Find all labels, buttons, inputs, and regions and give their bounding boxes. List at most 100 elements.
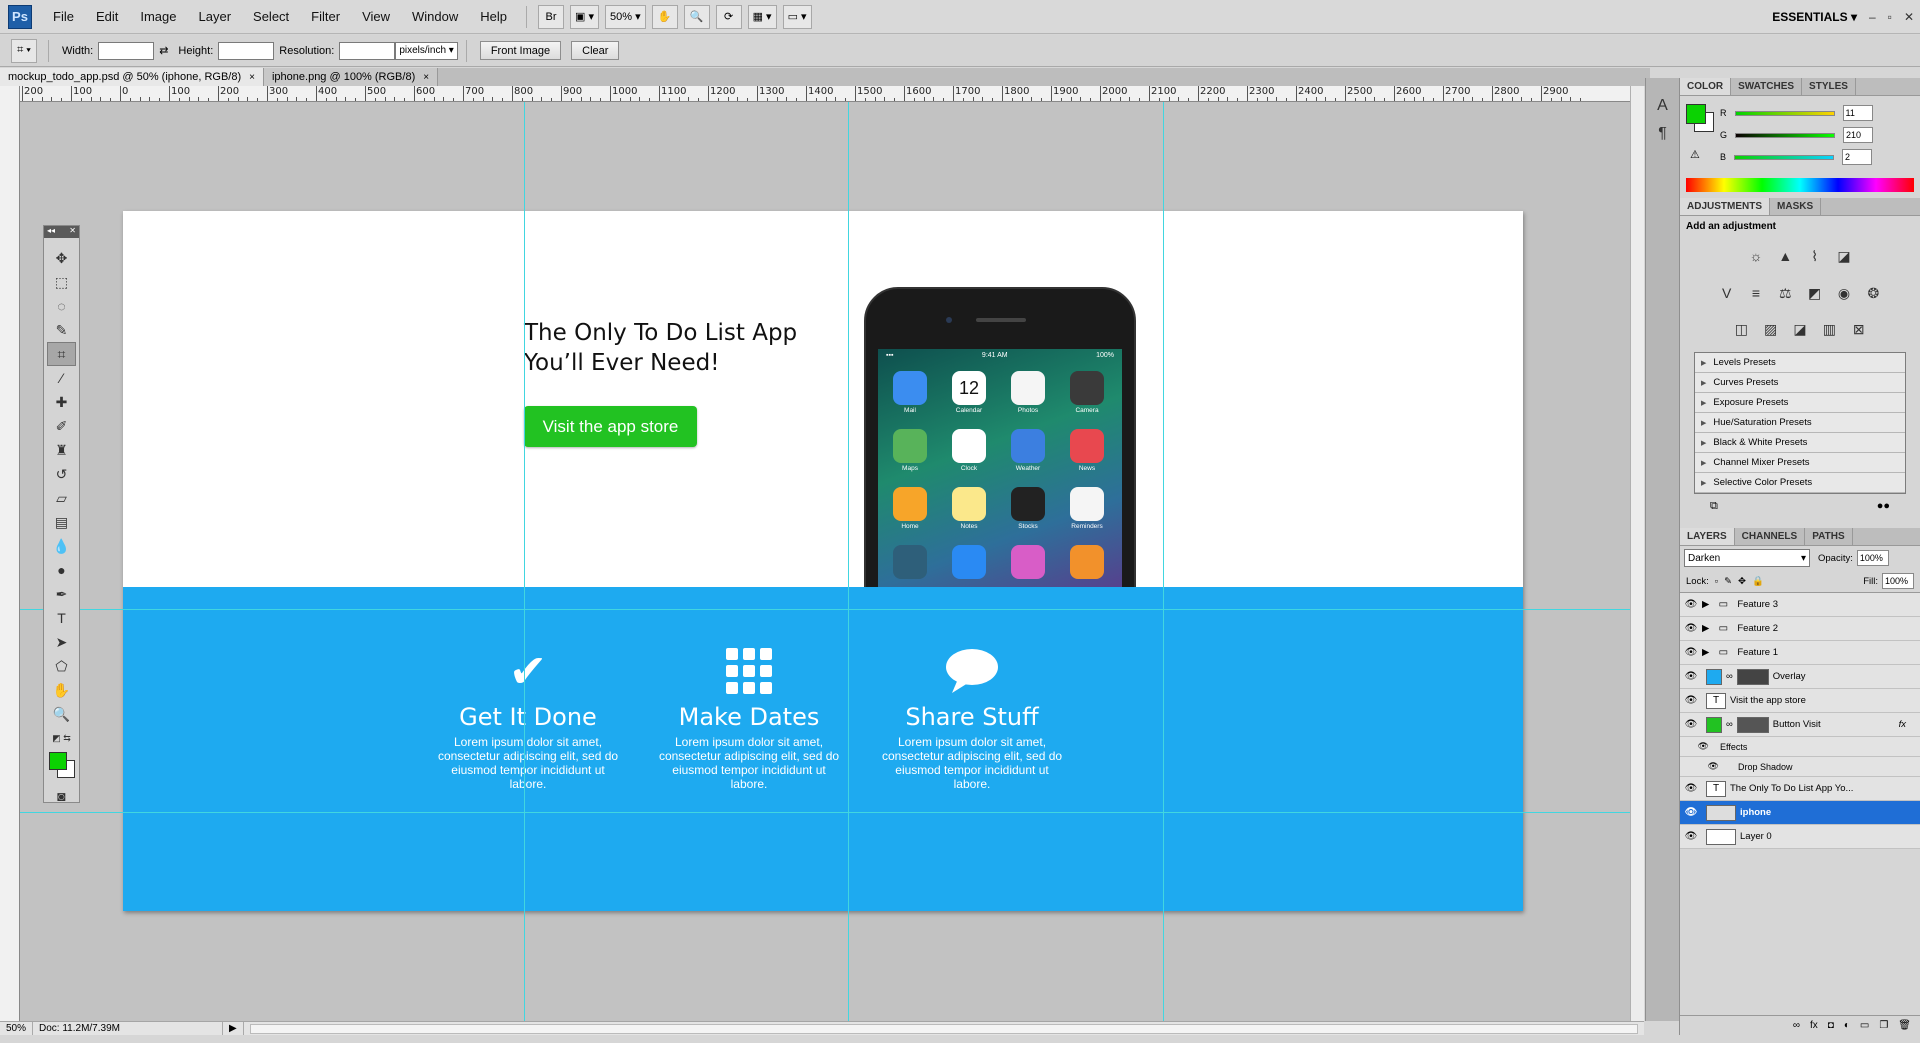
hand-tool-icon[interactable]: ✋ xyxy=(47,678,76,702)
zoom-tool-icon[interactable]: 🔍 xyxy=(683,4,710,29)
tab-paths[interactable]: PATHS xyxy=(1805,528,1853,545)
add-style-icon[interactable]: fx xyxy=(1810,1020,1818,1031)
green-value-input[interactable]: 210 xyxy=(1843,127,1874,143)
red-slider[interactable] xyxy=(1734,110,1835,116)
close-icon[interactable]: ✕ xyxy=(69,226,76,238)
width-input[interactable] xyxy=(98,41,155,60)
eye-icon[interactable]: 👁 xyxy=(1680,647,1702,658)
expand-icon[interactable]: ▶ xyxy=(1702,623,1709,634)
selective-color-icon[interactable]: ⊠ xyxy=(1848,318,1870,340)
menu-select[interactable]: Select xyxy=(242,9,300,24)
menu-filter[interactable]: Filter xyxy=(300,9,351,24)
foreground-color-swatch[interactable] xyxy=(49,752,67,770)
menu-image[interactable]: Image xyxy=(129,9,187,24)
rotate-view-icon[interactable]: ⟳ xyxy=(715,4,742,29)
tab-styles[interactable]: STYLES xyxy=(1802,78,1856,95)
bridge-button[interactable]: Br xyxy=(538,4,565,29)
drop-shadow-effect-row[interactable]: 👁 Drop Shadow xyxy=(1680,757,1920,777)
clear-button[interactable]: Clear xyxy=(571,41,620,60)
blur-tool-icon[interactable]: 💧 xyxy=(47,534,76,558)
eraser-tool-icon[interactable]: ▱ xyxy=(47,486,76,510)
move-tool-icon[interactable]: ✥ xyxy=(47,246,76,270)
visit-app-store-button[interactable]: Visit the app store xyxy=(524,406,697,447)
horizontal-scrollbar[interactable] xyxy=(249,1023,1638,1034)
curves-icon[interactable]: ⌇ xyxy=(1804,246,1826,268)
crop-tool-preset-icon[interactable]: ⌗ ▾ xyxy=(11,38,37,63)
workspace-switcher[interactable]: ESSENTIALS ▾ xyxy=(1772,10,1857,24)
threshold-icon[interactable]: ◪ xyxy=(1789,318,1811,340)
exposure-icon[interactable]: ◪ xyxy=(1833,246,1855,268)
healing-brush-tool-icon[interactable]: ✚ xyxy=(47,390,76,414)
layer-feature-1[interactable]: 👁 ▶ ▭ Feature 1 xyxy=(1680,641,1920,665)
document-canvas[interactable]: The Only To Do List App You’ll Ever Need… xyxy=(123,211,1523,911)
expand-icon[interactable]: ▶ xyxy=(1702,599,1709,610)
preset-channel-mixer[interactable]: Channel Mixer Presets xyxy=(1695,453,1905,473)
layer-0[interactable]: 👁 Layer 0 xyxy=(1680,825,1920,849)
green-slider[interactable] xyxy=(1735,132,1836,138)
tab-adjustments[interactable]: ADJUSTMENTS xyxy=(1680,198,1771,215)
collapse-icon[interactable]: ◂◂ xyxy=(47,226,55,238)
menu-edit[interactable]: Edit xyxy=(85,9,129,24)
vibrance-icon[interactable]: V xyxy=(1716,282,1738,304)
link-layers-icon[interactable]: ∞ xyxy=(1793,1020,1800,1031)
opacity-input[interactable]: 100% xyxy=(1856,550,1889,566)
zoom-tool-icon[interactable]: 🔍 xyxy=(47,702,76,726)
eye-icon[interactable]: 👁 xyxy=(1680,671,1702,682)
eyedropper-tool-icon[interactable]: ⁄ xyxy=(47,366,76,390)
brush-tool-icon[interactable]: ✐ xyxy=(47,414,76,438)
blend-mode-select[interactable]: Darken ▾ xyxy=(1684,549,1810,567)
status-arrow-icon[interactable]: ▶ xyxy=(223,1022,244,1035)
gradient-tool-icon[interactable]: ▤ xyxy=(47,510,76,534)
preset-black-white[interactable]: Black & White Presets xyxy=(1695,433,1905,453)
channel-mixer-icon[interactable]: ❂ xyxy=(1862,282,1884,304)
eye-icon[interactable]: 👁 xyxy=(1680,741,1720,752)
layer-feature-2[interactable]: 👁 ▶ ▭ Feature 2 xyxy=(1680,617,1920,641)
preset-hue-saturation[interactable]: Hue/Saturation Presets xyxy=(1695,413,1905,433)
return-to-list-icon[interactable]: ⧉ xyxy=(1710,500,1718,520)
eye-icon[interactable]: 👁 xyxy=(1680,807,1702,818)
layer-overlay[interactable]: 👁 ∞ Overlay xyxy=(1680,665,1920,689)
preset-selective-color[interactable]: Selective Color Presets xyxy=(1695,473,1905,493)
menu-layer[interactable]: Layer xyxy=(188,9,243,24)
tab-color[interactable]: COLOR xyxy=(1680,78,1732,95)
crop-tool-icon[interactable]: ⌗ xyxy=(47,342,76,366)
new-layer-icon[interactable]: ❐ xyxy=(1879,1020,1888,1031)
eye-icon[interactable]: 👁 xyxy=(1680,695,1702,706)
resolution-unit-select[interactable]: pixels/inch ▾ xyxy=(395,41,458,60)
foreground-color-swatch[interactable] xyxy=(1686,104,1706,124)
dodge-tool-icon[interactable]: ● xyxy=(47,558,76,582)
layer-effects-row[interactable]: 👁 Effects xyxy=(1680,737,1920,757)
marquee-tool-icon[interactable]: ⬚ xyxy=(47,270,76,294)
lasso-tool-icon[interactable]: ◌ xyxy=(47,294,76,318)
height-input[interactable] xyxy=(218,41,275,60)
color-spectrum-ramp[interactable] xyxy=(1686,178,1914,192)
resolution-input[interactable] xyxy=(339,41,396,60)
adjustment-layer-icon[interactable]: ◐ xyxy=(1844,1020,1850,1031)
front-image-button[interactable]: Front Image xyxy=(479,41,562,60)
add-mask-icon[interactable]: ◘ xyxy=(1828,1020,1834,1031)
quick-selection-tool-icon[interactable]: ✎ xyxy=(47,318,76,342)
levels-icon[interactable]: ▲ xyxy=(1774,245,1796,267)
status-zoom[interactable]: 50% xyxy=(0,1022,34,1035)
brightness-contrast-icon[interactable]: ☼ xyxy=(1745,245,1767,267)
menu-file[interactable]: File xyxy=(42,9,85,24)
hue-saturation-icon[interactable]: ≡ xyxy=(1745,282,1767,304)
eye-icon[interactable]: 👁 xyxy=(1680,783,1702,794)
hand-tool-icon[interactable]: ✋ xyxy=(651,4,678,29)
eye-icon[interactable]: 👁 xyxy=(1680,623,1702,634)
layer-iphone[interactable]: 👁 iphone xyxy=(1680,801,1920,825)
history-brush-tool-icon[interactable]: ↺ xyxy=(47,462,76,486)
swap-colors-icon[interactable]: ◩ ⇆ xyxy=(47,726,76,750)
paragraph-panel-icon[interactable]: ¶ xyxy=(1646,120,1679,148)
tab-close-icon[interactable]: × xyxy=(249,72,255,83)
quick-mask-icon[interactable]: ◙ xyxy=(47,784,76,808)
screen-mode-icon[interactable]: ▣ ▾ xyxy=(570,4,599,29)
eye-icon[interactable]: 👁 xyxy=(1680,761,1738,772)
photo-filter-icon[interactable]: ◉ xyxy=(1833,282,1855,304)
vertical-scrollbar[interactable] xyxy=(1630,86,1644,1021)
tab-swatches[interactable]: SWATCHES xyxy=(1731,78,1803,95)
invert-icon[interactable]: ◫ xyxy=(1730,318,1752,340)
restore-icon[interactable]: ▫ xyxy=(1888,10,1892,24)
new-group-icon[interactable]: ▭ xyxy=(1860,1020,1869,1031)
expand-icon[interactable]: ▶ xyxy=(1702,647,1709,658)
